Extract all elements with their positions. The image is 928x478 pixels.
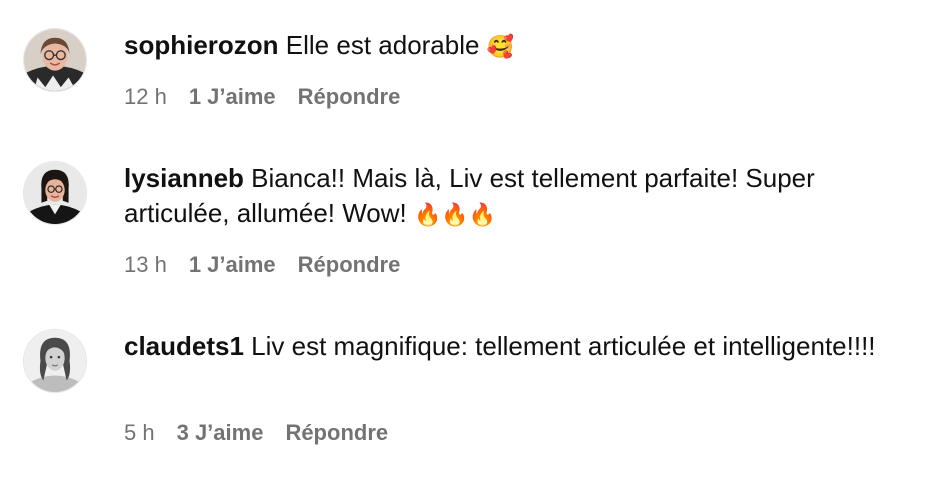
comment-meta: 12 h 1 J’aime Répondre — [124, 83, 422, 111]
comment-text-line: lysianneb Bianca!! Mais là, Liv est tell… — [124, 161, 908, 233]
reply-button[interactable]: Répondre — [298, 252, 401, 277]
user-avatar[interactable] — [23, 161, 87, 225]
smiling-face-with-hearts-emoji-icon: 🥰 — [486, 35, 515, 60]
comment-likes-button[interactable]: 3 J’aime — [177, 420, 264, 445]
user-avatar[interactable] — [23, 28, 87, 92]
comment-body: lysianneb Bianca!! Mais là, Liv est tell… — [124, 161, 908, 233]
comment-meta: 13 h 1 J’aime Répondre — [124, 251, 422, 279]
woman-grayscale-avatar-icon — [24, 330, 86, 392]
user-avatar[interactable] — [23, 329, 87, 393]
comment-time: 13 h — [124, 252, 167, 277]
comment-meta: 5 h 3 J’aime Répondre — [124, 419, 410, 447]
fire-emoji-icon: 🔥🔥🔥 — [413, 203, 497, 228]
comment-text-line: sophierozon Elle est adorable 🥰 — [124, 28, 908, 65]
comment-time: 5 h — [124, 420, 155, 445]
reply-button[interactable]: Répondre — [298, 84, 401, 109]
comment-username[interactable]: claudets1 — [124, 331, 244, 361]
comment-username[interactable]: sophierozon — [124, 30, 279, 60]
comment-text: Elle est adorable — [278, 30, 487, 60]
comment-body: claudets1 Liv est magnifique: tellement … — [124, 329, 908, 366]
comment-username[interactable]: lysianneb — [124, 163, 244, 193]
comment-text-line: claudets1 Liv est magnifique: tellement … — [124, 329, 908, 366]
comment-text: Liv est magnifique: tellement articulée … — [243, 331, 876, 361]
woman-with-glasses-avatar-icon — [24, 29, 86, 91]
comment-likes-button[interactable]: 1 J’aime — [189, 84, 276, 109]
comment-body: sophierozon Elle est adorable 🥰 — [124, 28, 908, 65]
woman-dark-hair-avatar-icon — [24, 162, 86, 224]
comment-time: 12 h — [124, 84, 167, 109]
reply-button[interactable]: Répondre — [285, 420, 388, 445]
comment-likes-button[interactable]: 1 J’aime — [189, 252, 276, 277]
